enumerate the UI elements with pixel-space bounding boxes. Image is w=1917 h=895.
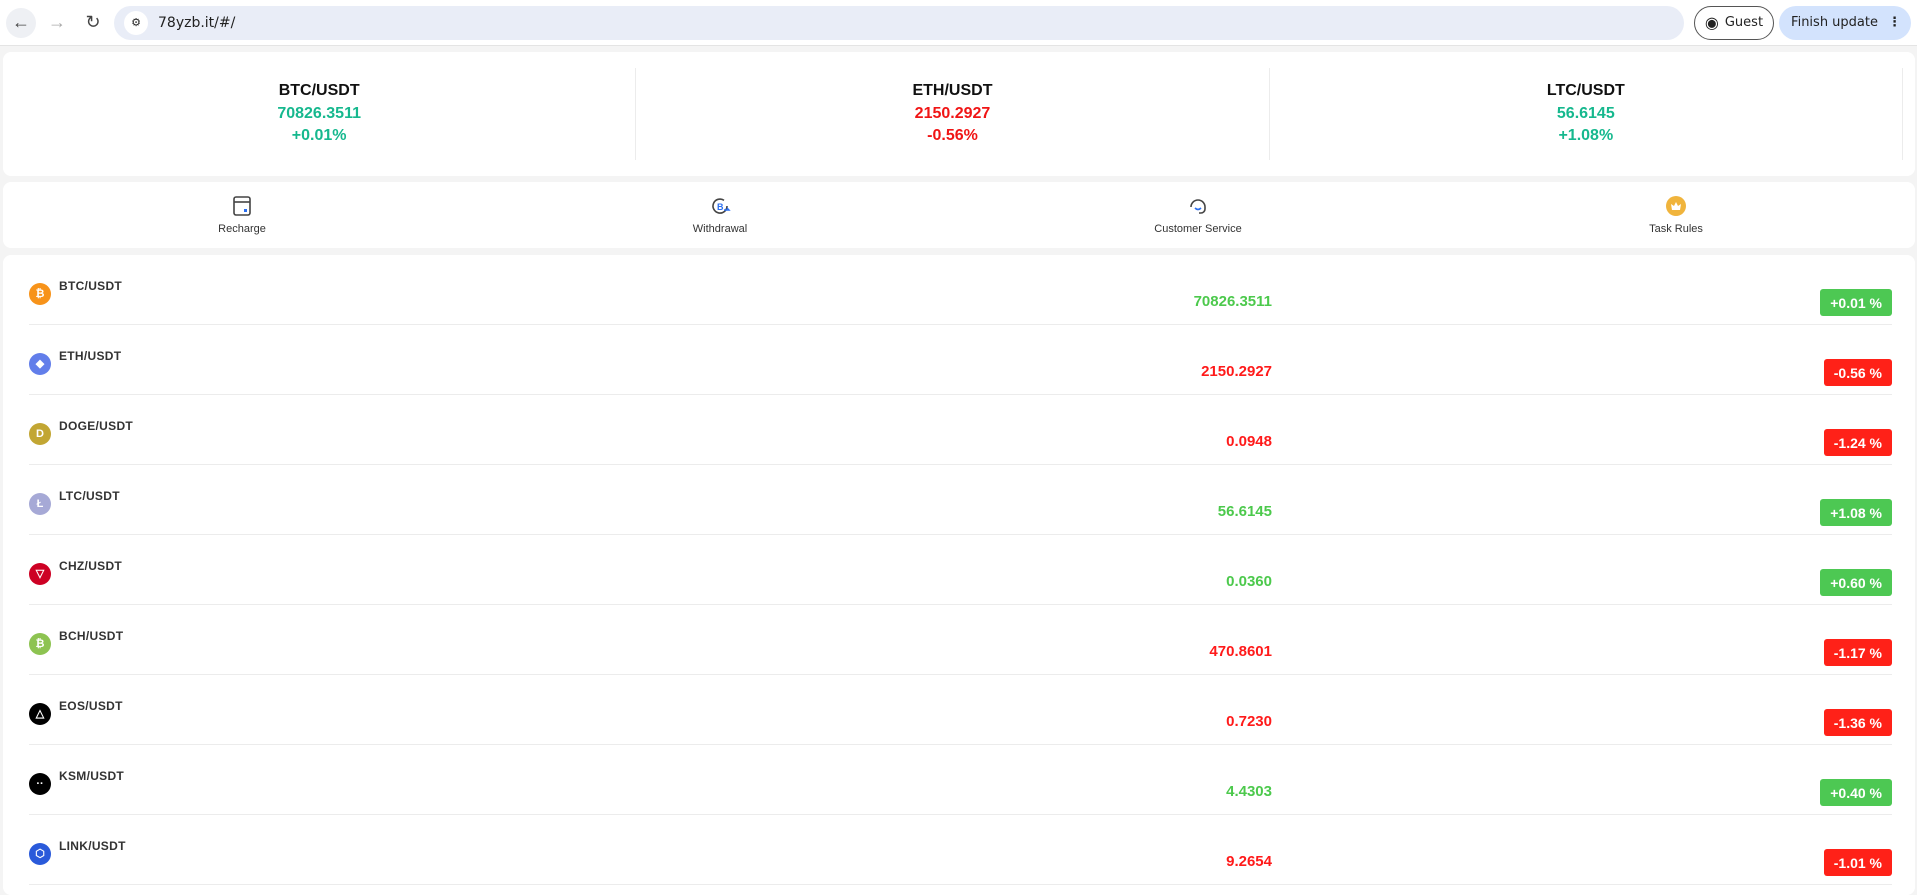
nav-label: Recharge [218, 223, 266, 235]
market-price: 470.8601 [1209, 643, 1272, 660]
url-text: 78yzb.it/#/ [158, 14, 236, 31]
market-price: 0.0360 [1226, 573, 1272, 590]
market-pair: LINK/USDT [59, 839, 126, 853]
ticker-price: 2150.2927 [914, 104, 991, 122]
svg-text:B: B [717, 202, 724, 212]
nav-label: Task Rules [1649, 223, 1703, 235]
crown-icon [1666, 196, 1686, 216]
market-pair: DOGE/USDT [59, 419, 134, 433]
coin-icon: ₿ [29, 282, 51, 305]
ticker-price: 70826.3511 [277, 104, 361, 122]
change-badge: -1.01 % [1823, 849, 1892, 876]
market-list: ₿ BTC/USDT 70826.3511 +0.01 % ◆ ETH/USDT … [3, 255, 1915, 895]
site-settings-icon[interactable]: ⚙ [124, 10, 148, 35]
ticker-pair: ETH/USDT [912, 81, 993, 99]
finish-update-button[interactable]: Finish update ⋮ [1779, 5, 1911, 40]
market-row[interactable]: ◆ ETH/USDT 2150.2927 -0.56 % [29, 325, 1892, 395]
market-pair: EOS/USDT [59, 699, 123, 713]
change-badge: +0.40 % [1820, 779, 1892, 806]
coin-icon: ⬡ [29, 842, 51, 865]
change-badge: +0.60 % [1820, 569, 1892, 596]
market-price: 70826.3511 [1193, 293, 1272, 310]
market-row[interactable]: ▽ CHZ/USDT 0.0360 +0.60 % [29, 535, 1892, 605]
change-badge: -1.17 % [1823, 639, 1892, 666]
market-row[interactable]: ₿ BTC/USDT 70826.3511 +0.01 % [29, 255, 1892, 325]
coin-icon: D [29, 422, 51, 445]
change-badge: +1.08 % [1820, 499, 1892, 526]
market-row[interactable]: ⬡ LINK/USDT 9.2654 -1.01 % [29, 815, 1892, 885]
change-badge: -1.24 % [1823, 429, 1892, 456]
ticker-change: -0.56% [927, 126, 978, 144]
change-badge: -0.56 % [1823, 359, 1892, 386]
market-row[interactable]: Ł LTC/USDT 56.6145 +1.08 % [29, 465, 1892, 535]
market-price: 0.7230 [1226, 713, 1272, 730]
nav-customer-service[interactable]: Customer Service [959, 182, 1437, 248]
market-price: 2150.2927 [1201, 363, 1272, 380]
ticker-summary: BTC/USDT 70826.3511 +0.01% ETH/USDT 2150… [3, 52, 1915, 176]
coin-icon: Ł [29, 492, 51, 515]
coin-icon: △ [29, 702, 51, 725]
market-price: 9.2654 [1226, 853, 1272, 870]
market-row[interactable]: △ EOS/USDT 0.7230 -1.36 % [29, 675, 1892, 745]
market-price: 56.6145 [1217, 503, 1272, 520]
market-pair: BCH/USDT [59, 629, 124, 643]
ticker-btc[interactable]: BTC/USDT 70826.3511 +0.01% [3, 68, 637, 160]
nav-label: Customer Service [1154, 223, 1242, 235]
headset-icon [1190, 199, 1206, 214]
back-button[interactable]: ← [6, 7, 36, 38]
market-pair: LTC/USDT [59, 489, 120, 503]
wallet-icon [233, 196, 251, 216]
profile-icon: ◉ [1704, 13, 1719, 32]
change-badge: +0.01 % [1820, 289, 1892, 316]
ticker-change: +0.01% [291, 126, 347, 144]
nav-label: Withdrawal [692, 223, 748, 235]
forward-button[interactable]: → [42, 8, 72, 38]
ticker-change: +1.08% [1558, 126, 1614, 144]
market-row[interactable]: ·· KSM/USDT 4.4303 +0.40 % [29, 745, 1892, 815]
ticker-price: 56.6145 [1556, 104, 1615, 122]
quick-nav: Recharge B Withdrawal Customer Service T… [3, 182, 1915, 248]
market-pair: BTC/USDT [59, 279, 123, 293]
change-badge: -1.36 % [1823, 709, 1892, 736]
market-price: 4.4303 [1226, 783, 1272, 800]
coin-icon: ◆ [29, 352, 51, 375]
market-pair: CHZ/USDT [59, 559, 123, 573]
nav-task-rules[interactable]: Task Rules [1437, 182, 1915, 248]
coin-icon: ₿ [29, 632, 51, 655]
ticker-eth[interactable]: ETH/USDT 2150.2927 -0.56% [636, 68, 1270, 160]
market-pair: ETH/USDT [59, 349, 122, 363]
withdraw-icon: B [712, 198, 731, 214]
ticker-pair: LTC/USDT [1546, 81, 1625, 99]
profile-label: Guest [1724, 15, 1764, 30]
reload-button[interactable]: ↻ [78, 8, 108, 38]
market-pair: KSM/USDT [59, 769, 125, 783]
market-row[interactable]: ₿ BCH/USDT 470.8601 -1.17 % [29, 605, 1892, 675]
market-price: 0.0948 [1226, 433, 1272, 450]
nav-withdrawal[interactable]: B Withdrawal [481, 182, 959, 248]
ticker-ltc[interactable]: LTC/USDT 56.6145 +1.08% [1270, 68, 1903, 160]
ticker-pair: BTC/USDT [278, 81, 360, 99]
address-bar[interactable]: ⚙ 78yzb.it/#/ [114, 5, 1684, 40]
coin-icon: ▽ [29, 562, 51, 585]
browser-toolbar: ← → ↻ ⚙ 78yzb.it/#/ ◉ Guest Finish updat… [0, 0, 1917, 46]
coin-icon: ·· [29, 772, 51, 795]
finish-update-label: Finish update [1791, 15, 1878, 30]
market-row[interactable]: D DOGE/USDT 0.0948 -1.24 % [29, 395, 1892, 465]
profile-button[interactable]: ◉ Guest [1693, 5, 1775, 40]
more-menu-icon[interactable]: ⋮ [1888, 15, 1901, 30]
nav-recharge[interactable]: Recharge [3, 182, 481, 248]
